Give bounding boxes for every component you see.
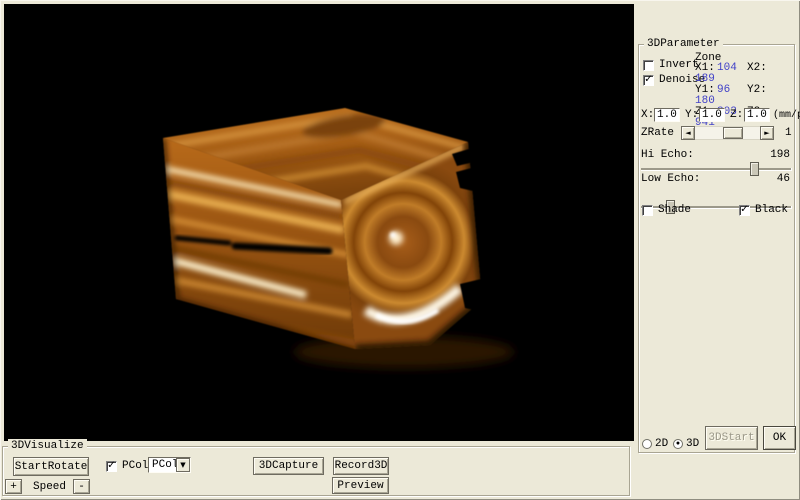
hi-echo-slider-track [641, 168, 792, 171]
z-scale-input[interactable] [744, 108, 770, 122]
invert-checkbox-box[interactable] [643, 60, 654, 71]
visualize-groupbox: 3DVisualize StartRotate + Speed - ✓ PCol… [2, 446, 630, 496]
speed-minus-button[interactable]: - [73, 479, 90, 494]
shade-label: Shade [658, 204, 691, 216]
black-label: Black [755, 204, 788, 216]
scroll-right-icon: ► [764, 129, 769, 137]
pcolor-dropdown-value: PColor [149, 458, 176, 472]
ok-button[interactable]: OK [763, 426, 796, 450]
visualize-groupbox-title: 3DVisualize [8, 439, 87, 453]
low-echo-label: Low Echo: [641, 173, 700, 185]
x-scale-label: X: [641, 109, 654, 121]
record3d-button[interactable]: Record3D [333, 457, 389, 475]
zrate-scroll-track[interactable] [695, 126, 760, 140]
speed-label: Speed [33, 481, 66, 493]
y-scale-label: Y: [685, 109, 699, 121]
zone-x2-label: X2: [747, 63, 769, 74]
mode-2d-radio-circle[interactable] [642, 439, 652, 449]
zrate-label: ZRate [641, 127, 676, 139]
scroll-left-icon: ◄ [685, 129, 690, 137]
y-scale-input[interactable] [699, 108, 725, 122]
zrate-value: 1 [785, 127, 792, 139]
3dcapture-button[interactable]: 3DCapture [253, 457, 324, 475]
zrate-scroll-right-button[interactable]: ► [760, 126, 774, 140]
z-scale-label: Z: [730, 109, 744, 121]
denoise-checkbox-box[interactable]: ✓ [643, 75, 654, 86]
mode-3d-label: 3D [686, 438, 699, 450]
mode-2d-radio[interactable]: 2D [642, 438, 668, 450]
zone-x1-value: 104 [717, 63, 747, 74]
denoise-check-icon: ✓ [644, 75, 652, 85]
black-checkbox[interactable]: ✓ Black [739, 204, 788, 216]
scale-unit-label: (mm/p) [773, 110, 800, 121]
parameter-groupbox-title: 3DParameter [644, 37, 723, 51]
render-viewport[interactable] [4, 4, 634, 441]
mode-3d-radio[interactable]: ● 3D [673, 438, 699, 450]
preview-button[interactable]: Preview [332, 477, 389, 494]
zone-y2-label: Y2: [747, 85, 769, 96]
black-checkbox-box[interactable]: ✓ [739, 205, 750, 216]
low-echo-label-row: Low Echo: 46 [641, 173, 793, 185]
radio-dot-icon: ● [676, 441, 680, 448]
black-check-icon: ✓ [740, 205, 748, 215]
x-scale-input[interactable] [654, 108, 680, 122]
3dstart-button[interactable]: 3DStart [705, 426, 758, 450]
hi-echo-value: 198 [770, 149, 790, 161]
low-echo-value: 46 [777, 173, 790, 185]
start-rotate-button[interactable]: StartRotate [13, 457, 89, 476]
chevron-down-icon: ▼ [180, 461, 185, 469]
mode-2d-label: 2D [655, 438, 668, 450]
3d-volume-render [4, 4, 634, 441]
speed-plus-button[interactable]: + [5, 479, 22, 494]
hi-echo-label-row: Hi Echo: 198 [641, 149, 793, 161]
zone-row-x: X1:104X2:189 [695, 63, 794, 85]
pcolor-checkbox-box[interactable]: ✓ [106, 461, 117, 472]
invert-checkbox[interactable]: Invert [643, 59, 699, 71]
hi-echo-label: Hi Echo: [641, 149, 694, 161]
pcolor-dropdown-button[interactable]: ▼ [176, 458, 190, 472]
shade-checkbox[interactable]: Shade [642, 204, 691, 216]
zrate-scroll-thumb[interactable] [723, 127, 743, 139]
invert-label: Invert [659, 59, 699, 71]
pcolor-dropdown[interactable]: PColor ▼ [148, 457, 191, 473]
parameter-groupbox: 3DParameter Invert ✓ Denoise Zone X1:104… [638, 44, 795, 453]
zrate-scrollbar[interactable]: ◄ ► [681, 126, 774, 140]
shade-checkbox-box[interactable] [642, 205, 653, 216]
zrate-row: ZRate ◄ ► 1 [641, 126, 792, 140]
pcolor-check-icon: ✓ [107, 461, 115, 471]
mode-3d-radio-circle[interactable]: ● [673, 439, 683, 449]
zrate-scroll-left-button[interactable]: ◄ [681, 126, 695, 140]
app-window: { "app": { "background_color": "#ece9d8"… [0, 0, 800, 500]
zone-row-y: Y1:96Y2:180 [695, 85, 794, 107]
scale-row: X: Y: Z: (mm/p) [641, 108, 800, 122]
zone-y1-value: 96 [717, 85, 747, 96]
